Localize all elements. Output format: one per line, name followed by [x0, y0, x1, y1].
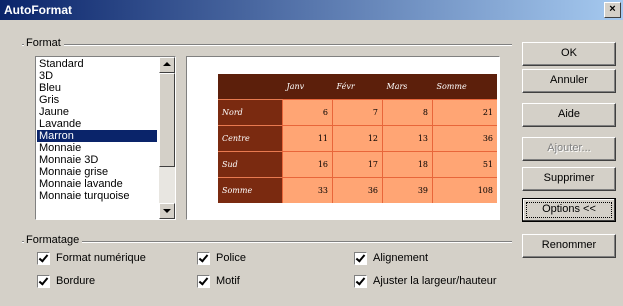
checkbox-label: Motif: [216, 275, 240, 287]
arrow-up-icon: [163, 62, 171, 66]
preview-cell: 8: [382, 99, 433, 126]
format-group: [22, 44, 512, 46]
preview-cell: 108: [432, 177, 497, 203]
preview-cell: 13: [382, 125, 433, 152]
preview-row-label: Centre: [218, 125, 283, 152]
preview-row-label: Nord: [218, 99, 283, 126]
preview-row-label: Somme: [218, 177, 283, 203]
delete-button[interactable]: Supprimer: [522, 167, 616, 191]
preview-header-cell: Mars: [382, 74, 433, 100]
scroll-up-button[interactable]: [159, 57, 175, 73]
formatting-group-label: Formatage: [24, 234, 83, 246]
preview-header-row: Janv Févr Mars Somme: [218, 74, 497, 100]
preview-table: Janv Févr Mars Somme Nord 6 7 8 21 Centre 11 12 13 36…: [218, 74, 497, 203]
checkbox-label: Ajuster la largeur/hauteur: [373, 275, 497, 287]
border-checkbox[interactable]: Bordure: [37, 275, 95, 289]
format-list-item[interactable]: Lavande: [37, 118, 157, 130]
format-listbox[interactable]: Standard 3D Bleu Gris Jaune Lavande Marron Monn…: [35, 56, 176, 220]
checkbox-label: Format numérique: [56, 252, 146, 264]
format-group-label: Format: [24, 37, 64, 49]
preview-cell: 21: [432, 99, 497, 126]
formatting-group: [22, 241, 512, 243]
number-format-checkbox[interactable]: Format numérique: [37, 252, 146, 266]
preview-row-label: Sud: [218, 151, 283, 178]
cancel-button[interactable]: Annuler: [522, 69, 616, 93]
format-list-item[interactable]: Monnaie 3D: [37, 154, 157, 166]
checkbox-label: Bordure: [56, 275, 96, 287]
preview-cell: 36: [332, 177, 383, 203]
title-bar: AutoFormat ×: [0, 0, 623, 20]
checkbox-box[interactable]: [197, 252, 210, 265]
format-list-item[interactable]: Gris: [37, 94, 157, 106]
format-list-item[interactable]: Monnaie turquoise: [37, 190, 157, 202]
preview-cell: 7: [332, 99, 383, 126]
preview-cell: 18: [382, 151, 433, 178]
preview-cell: 33: [282, 177, 333, 203]
format-list-items: Standard 3D Bleu Gris Jaune Lavande Marron Monn…: [37, 58, 157, 202]
preview-row: Centre 11 12 13 36: [218, 125, 497, 152]
preview-cell: 51: [432, 151, 497, 178]
arrow-down-icon: [163, 209, 171, 213]
preview-header-cell: Févr: [332, 74, 383, 100]
preview-cell: 36: [432, 125, 497, 152]
preview-header-cell: Janv: [282, 74, 333, 100]
checkbox-label: Alignement: [373, 252, 429, 264]
preview-row: Sud 16 17 18 51: [218, 151, 497, 178]
format-list-item[interactable]: Monnaie lavande: [37, 178, 157, 190]
format-list-item[interactable]: Bleu: [37, 82, 157, 94]
format-list-item[interactable]: 3D: [37, 70, 157, 82]
checkbox-label: Police: [216, 252, 246, 264]
scroll-down-button[interactable]: [159, 203, 175, 219]
font-checkbox[interactable]: Police: [197, 252, 246, 266]
ok-button[interactable]: OK: [522, 42, 616, 66]
preview-row: Somme 33 36 39 108: [218, 177, 497, 203]
checkbox-box[interactable]: [37, 252, 50, 265]
preview-cell: 16: [282, 151, 333, 178]
format-list-item[interactable]: Monnaie: [37, 142, 157, 154]
preview-header-cell: [218, 74, 283, 100]
scroll-thumb[interactable]: [159, 73, 175, 167]
pattern-checkbox[interactable]: Motif: [197, 275, 240, 289]
autofit-checkbox[interactable]: Ajuster la largeur/hauteur: [354, 275, 497, 289]
format-preview: Janv Févr Mars Somme Nord 6 7 8 21 Centre 11 12 13 36…: [186, 56, 500, 220]
listbox-scrollbar[interactable]: [159, 57, 175, 219]
format-list-item[interactable]: Standard: [37, 58, 157, 70]
preview-cell: 39: [382, 177, 433, 203]
preview-cell: 17: [332, 151, 383, 178]
window-title: AutoFormat: [4, 3, 72, 17]
alignment-checkbox[interactable]: Alignement: [354, 252, 428, 266]
preview-cell: 12: [332, 125, 383, 152]
add-button[interactable]: Ajouter...: [522, 137, 616, 161]
format-list-item[interactable]: Monnaie grise: [37, 166, 157, 178]
preview-header-cell: Somme: [432, 74, 497, 100]
help-button[interactable]: Aide: [522, 103, 616, 127]
preview-cell: 6: [282, 99, 333, 126]
options-button[interactable]: Options <<: [522, 198, 616, 222]
close-icon[interactable]: ×: [604, 2, 621, 18]
preview-row: Nord 6 7 8 21: [218, 99, 497, 126]
rename-button[interactable]: Renommer: [522, 234, 616, 258]
format-list-item[interactable]: Marron: [37, 130, 157, 142]
checkbox-box[interactable]: [197, 275, 210, 288]
checkbox-box[interactable]: [37, 275, 50, 288]
checkbox-box[interactable]: [354, 275, 367, 288]
format-list-item[interactable]: Jaune: [37, 106, 157, 118]
preview-cell: 11: [282, 125, 333, 152]
checkbox-box[interactable]: [354, 252, 367, 265]
